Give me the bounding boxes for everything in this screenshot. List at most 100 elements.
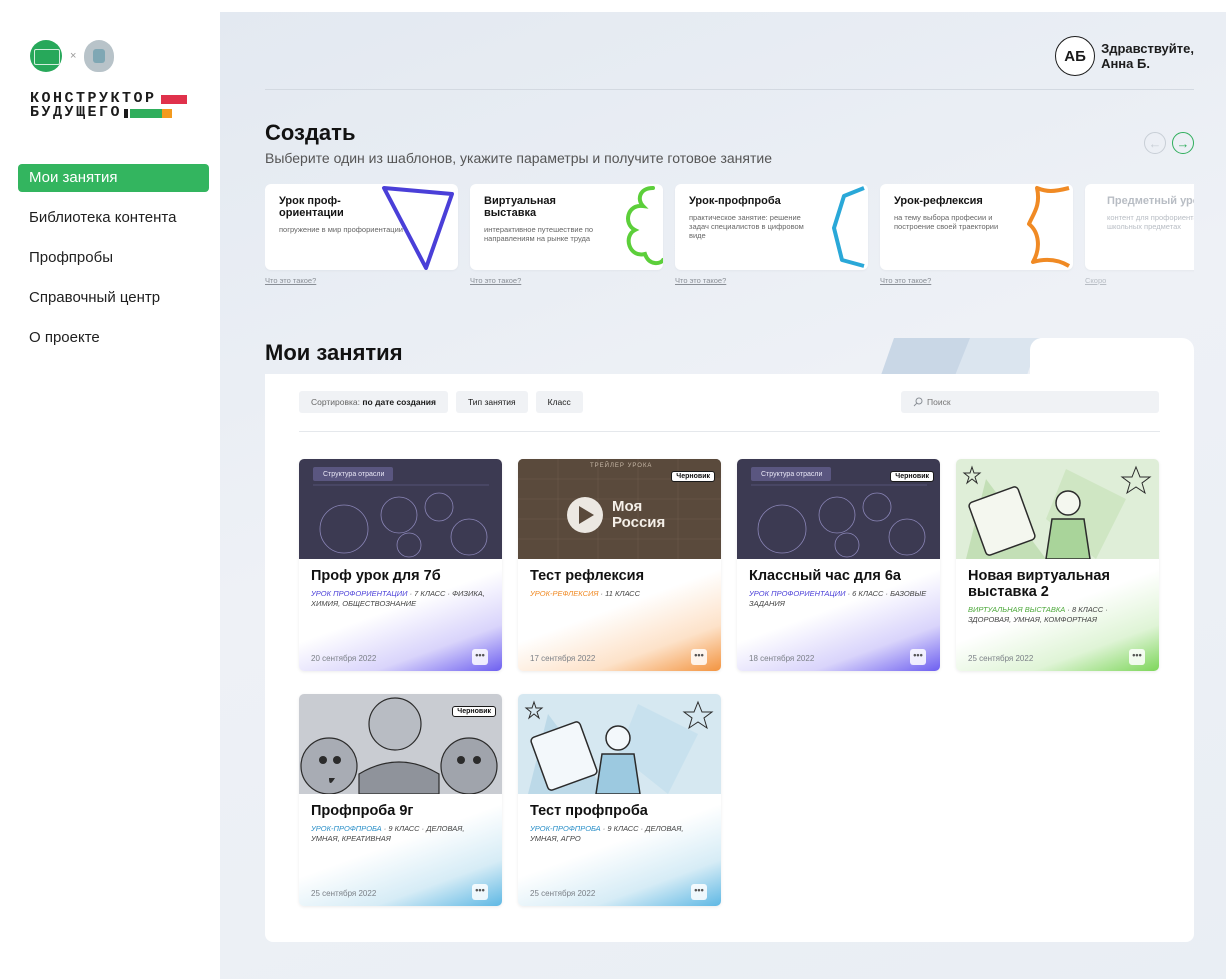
avatar[interactable]: АБ [1055,36,1096,76]
thumb-caption: Структура отрасли [323,471,385,478]
card-title: Новая виртуальная выставка 2 [968,568,1110,600]
thumb-caption: Структура отрасли [761,471,823,478]
draft-badge: Черновик [890,471,934,482]
lesson-card[interactable]: Черновик Профпроба 9г УРОК-ПРОФПРОБА · 9… [299,694,502,906]
template-title: Виртуальная выставка [484,195,556,219]
more-icon[interactable]: ••• [472,884,488,900]
template-title: Урок-профпроба [689,195,781,207]
template-card-career-lesson[interactable]: Урок проф-ориентации погружение в мир пр… [265,184,458,285]
card-type: УРОК ПРОФОРИЕНТАЦИИ [311,589,408,598]
card-date: 25 сентября 2022 [968,654,1034,663]
my-lessons-title: Мои занятия [265,340,403,365]
card-date: 25 сентября 2022 [311,889,377,898]
card-tags: УРОК ПРОФОРИЕНТАЦИИ · 6 КЛАСС · БАЗОВЫЕ … [749,589,928,608]
card-tags: УРОК-ПРОФПРОБА · 9 КЛАСС · ДЕЛОВАЯ, УМНА… [530,824,709,843]
greeting-line-1: Здравствуйте, [1101,41,1194,56]
template-title: Предметный урок [1107,195,1194,207]
template-info-link[interactable]: Что это такое? [880,276,1073,285]
card-date: 18 сентября 2022 [749,654,815,663]
lesson-card[interactable]: Структура отрасли Черновик Классный час … [737,459,940,671]
template-desc: контент для профориентации на школьных п… [1107,213,1194,231]
card-date: 17 сентября 2022 [530,654,596,663]
panel-divider [299,431,1160,432]
thumb-caption: ТРЕЙЛЕР УРОКА [590,463,653,469]
brand-line-2: БУДУЩЕГО [30,104,123,121]
card-details: · 11 КЛАСС [598,589,640,598]
sidebar-item-about[interactable]: О проекте [18,324,209,352]
card-thumbnail: Структура отрасли [299,459,502,559]
card-tags: УРОК ПРОФОРИЕНТАЦИИ · 7 КЛАСС · ФИЗИКА, … [311,589,490,608]
brand-orange-bar [162,108,173,118]
sidebar-nav: Мои занятия Библиотека контента Профпроб… [18,164,209,364]
template-title: Урок-рефлексия [894,195,983,207]
card-title: Проф урок для 7б [311,568,441,584]
lesson-card[interactable]: Новая виртуальная выставка 2 ВИРТУАЛЬНАЯ… [956,459,1159,671]
draft-badge: Черновик [452,706,496,717]
filter-class-dropdown[interactable]: Класс [535,391,583,413]
sidebar: × КОНСТРУКТОР БУДУЩЕГО Мои занятия Библи… [0,0,220,979]
arrow-left-icon[interactable]: ← [1144,132,1166,154]
sidebar-item-help-center[interactable]: Справочный центр [18,284,209,312]
draft-badge: Черновик [671,471,715,482]
template-card-profprobe[interactable]: Урок-профпроба практическое занятие: реш… [675,184,868,285]
card-type: УРОК-ПРОФПРОБА [530,824,601,833]
create-subtitle: Выберите один из шаблонов, укажите парам… [265,150,773,166]
project-logo-icon [30,40,62,72]
card-thumbnail [518,694,721,794]
template-desc: практическое занятие: решение задач спец… [689,213,804,240]
sidebar-item-my-lessons[interactable]: Мои занятия [18,164,209,192]
brand-black-bar [124,108,129,118]
hexagon-shape-icon [832,186,865,268]
card-thumbnail [956,459,1159,559]
search-input[interactable] [927,397,1147,407]
user-menu[interactable]: АБ Здравствуйте, Анна Б. [1055,36,1194,76]
sidebar-item-profprobes[interactable]: Профпробы [18,244,209,272]
more-icon[interactable]: ••• [691,884,707,900]
template-desc: на тему выбора професии и построение сво… [894,213,999,231]
triangle-shape-icon [382,186,454,270]
card-thumbnail: Черновик [299,694,502,794]
card-tags: ВИРТУАЛЬНАЯ ВЫСТАВКА · 8 КЛАСС · ЗДОРОВА… [968,605,1147,624]
more-icon[interactable]: ••• [1129,649,1145,665]
filter-type-dropdown[interactable]: Тип занятия [455,391,528,413]
greeting: Здравствуйте, Анна Б. [1101,41,1194,71]
template-info-link[interactable]: Что это такое? [675,276,868,285]
lesson-card[interactable]: Структура отрасли Проф урок для 7б УРОК … [299,459,502,671]
header-divider [265,89,1194,90]
brand-logo[interactable]: КОНСТРУКТОР БУДУЩЕГО [30,91,187,121]
card-title: Тест рефлексия [530,568,645,584]
card-type: УРОК ПРОФОРИЕНТАЦИИ [749,589,846,598]
card-type: ВИРТУАЛЬНАЯ ВЫСТАВКА [968,605,1066,614]
sort-dropdown[interactable]: Сортировка: по дате создания [299,391,448,413]
logo-separator: × [70,50,77,62]
more-icon[interactable]: ••• [691,649,707,665]
card-thumbnail: ТРЕЙЛЕР УРОКА Моя Россия Черновик [518,459,721,559]
main-area: АБ Здравствуйте, Анна Б. Создать Выберит… [220,12,1226,979]
template-desc: интерактивное путешествие по направления… [484,225,594,243]
template-info-link[interactable]: Что это такое? [470,276,663,285]
template-card-virtual-exhibition[interactable]: Виртуальная выставка интерактивное путеш… [470,184,663,285]
card-tags: УРОК-РЕФЛЕКСИЯ · 11 КЛАСС [530,589,709,599]
card-thumbnail: Структура отрасли Черновик [737,459,940,559]
ministry-emblem-icon [84,40,115,72]
sidebar-item-content-library[interactable]: Библиотека контента [18,204,209,232]
search-box[interactable] [901,391,1159,413]
template-soon-label: Скоро [1085,276,1107,285]
brand-green-bar [130,108,163,118]
lesson-card[interactable]: Тест профпроба УРОК-ПРОФПРОБА · 9 КЛАСС … [518,694,721,906]
lesson-card[interactable]: ТРЕЙЛЕР УРОКА Моя Россия Черновик Тест р… [518,459,721,671]
arrow-right-icon[interactable]: → [1172,132,1194,154]
my-lessons-panel: Сортировка: по дате создания Тип занятия… [265,374,1194,942]
card-date: 25 сентября 2022 [530,889,596,898]
cloud-shape-icon [626,186,663,266]
search-icon [913,397,923,407]
more-icon[interactable]: ••• [910,649,926,665]
video-title: Моя Россия [612,498,666,531]
template-info-link[interactable]: Что это такое? [265,276,458,285]
template-card-reflection[interactable]: Урок-рефлексия на тему выбора професии и… [880,184,1073,285]
more-icon[interactable]: ••• [472,649,488,665]
card-title: Тест профпроба [530,803,648,819]
carousel-controls: ← → [1144,132,1194,154]
brand-red-bar [160,94,187,104]
card-type: УРОК-ПРОФПРОБА [311,824,382,833]
